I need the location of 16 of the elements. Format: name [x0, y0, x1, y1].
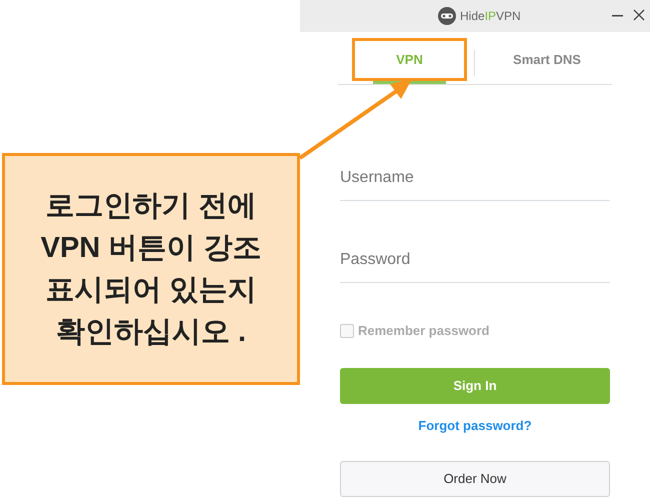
username-input[interactable]: Username	[340, 166, 610, 190]
order-now-button[interactable]: Order Now	[340, 461, 610, 497]
app-logo-text: HideIPVPN	[460, 8, 521, 25]
minimize-icon[interactable]	[612, 15, 623, 17]
sign-in-button[interactable]: Sign In	[340, 368, 610, 404]
close-icon[interactable]	[633, 9, 645, 21]
remember-label: Remember password	[358, 322, 490, 340]
password-field[interactable]: Password	[340, 243, 610, 283]
username-field[interactable]: Username	[340, 161, 610, 201]
forgot-password-link[interactable]: Forgot password?	[418, 416, 532, 435]
tab[interactable]: Smart DNS	[482, 38, 612, 82]
mask-logo-icon	[438, 7, 456, 25]
remember-checkbox[interactable]	[340, 324, 354, 338]
password-input[interactable]: Password	[340, 248, 610, 272]
callout-text: 로그인하기 전에 VPN 버튼이 강조 표시되어 있는지 확인하십시오 .	[40, 189, 262, 350]
tab[interactable]: VPN	[352, 38, 467, 82]
